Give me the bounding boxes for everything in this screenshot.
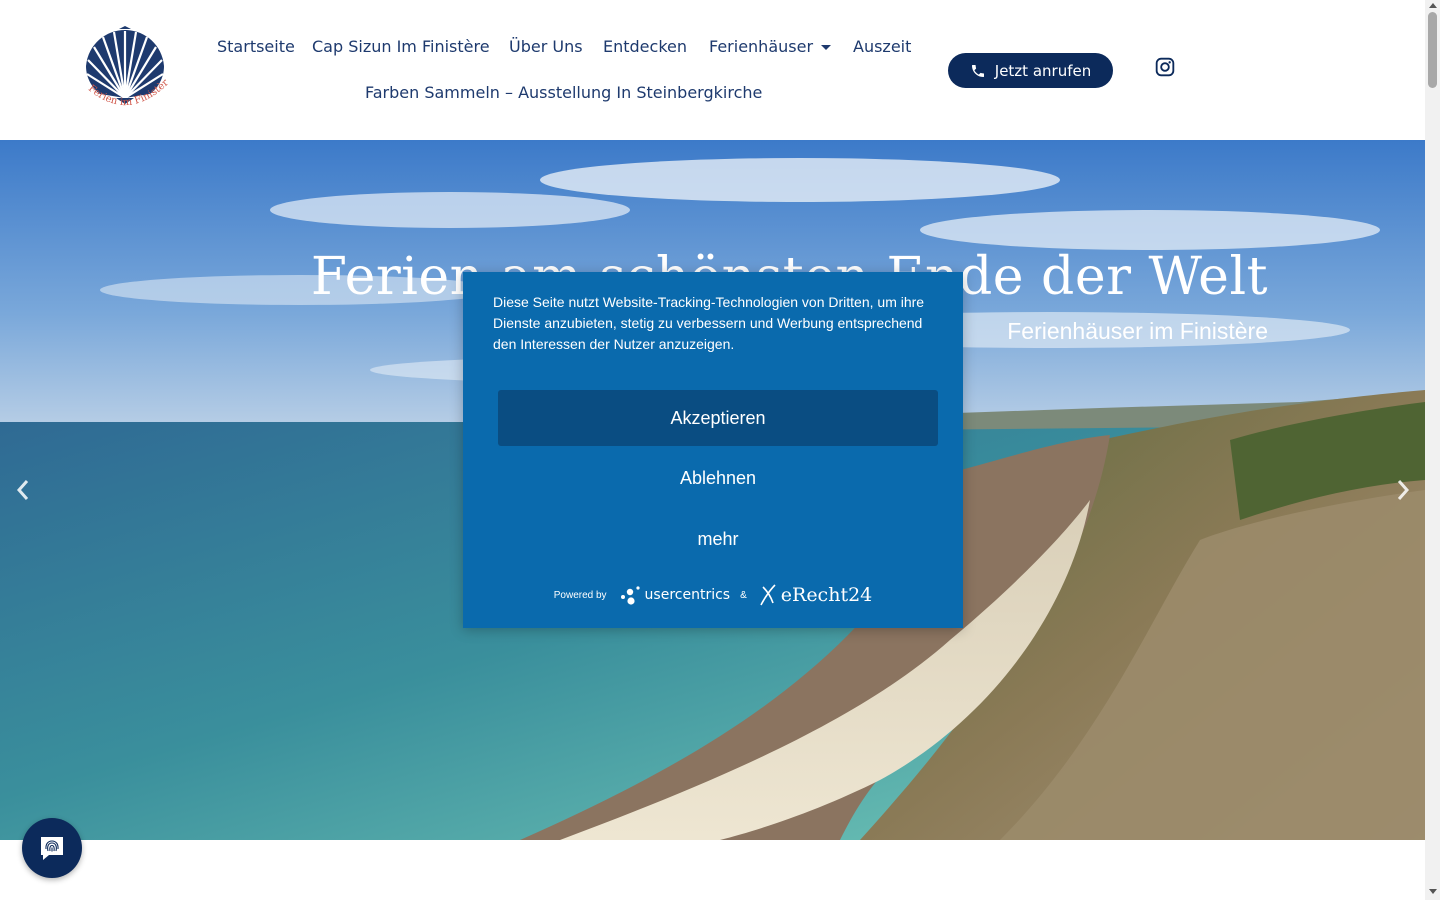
chevron-right-icon[interactable] [1392,476,1414,504]
call-button[interactable]: Jetzt anrufen [948,53,1113,88]
decline-button[interactable]: Ablehnen [498,458,938,498]
nav-auszeit[interactable]: Auszeit [853,37,911,57]
instagram-icon[interactable] [1155,57,1175,77]
usercentrics-logo[interactable]: usercentrics [617,584,731,606]
powered-by: Powered by usercentrics & eRecht24 [463,582,963,608]
nav-entdecken[interactable]: Entdecken [603,37,687,57]
fingerprint-chat-icon [41,837,63,860]
cookie-consent-dialog: Diese Seite nutzt Website-Tracking-Techn… [463,272,963,628]
nav-ferienhaeuser[interactable]: Ferienhäuser [709,37,832,57]
nav-ueber-uns[interactable]: Über Uns [509,37,583,57]
nav-cap-sizun[interactable]: Cap Sizun Im Finistère [312,37,490,57]
nav-farben-sammeln[interactable]: Farben Sammeln – Ausstellung In Steinber… [365,83,762,103]
call-button-label: Jetzt anrufen [994,61,1092,80]
scroll-thumb[interactable] [1428,12,1437,88]
chevron-down-icon [821,45,832,50]
site-logo[interactable]: Ferien im Finistère [78,26,172,116]
more-button[interactable]: mehr [498,519,938,559]
scroll-down-arrow-icon[interactable] [1429,889,1437,894]
erecht24-logo[interactable]: eRecht24 [757,583,872,607]
accept-button[interactable]: Akzeptieren [498,390,938,446]
nav-ferienhaeuser-label: Ferienhäuser [709,37,814,56]
hero-subtitle: Ferienhäuser im Finistère [1007,318,1268,344]
nav-startseite[interactable]: Startseite [217,37,295,57]
phone-icon [971,64,984,77]
site-header: Ferien im Finistère Startseite Cap Sizun… [0,0,1425,140]
consent-message: Diese Seite nutzt Website-Tracking-Techn… [493,294,925,352]
erecht24-text: eRecht24 [780,584,873,606]
chevron-left-icon[interactable] [12,476,34,504]
scroll-up-arrow-icon[interactable] [1429,3,1437,8]
ampersand: & [740,589,747,601]
privacy-settings-button[interactable] [22,818,82,878]
usercentrics-dots-icon [620,586,640,605]
page-scrollbar[interactable] [1425,0,1440,900]
erecht24-swirl-icon [760,584,776,606]
usercentrics-text: usercentrics [644,587,731,603]
powered-by-label: Powered by [553,589,607,601]
